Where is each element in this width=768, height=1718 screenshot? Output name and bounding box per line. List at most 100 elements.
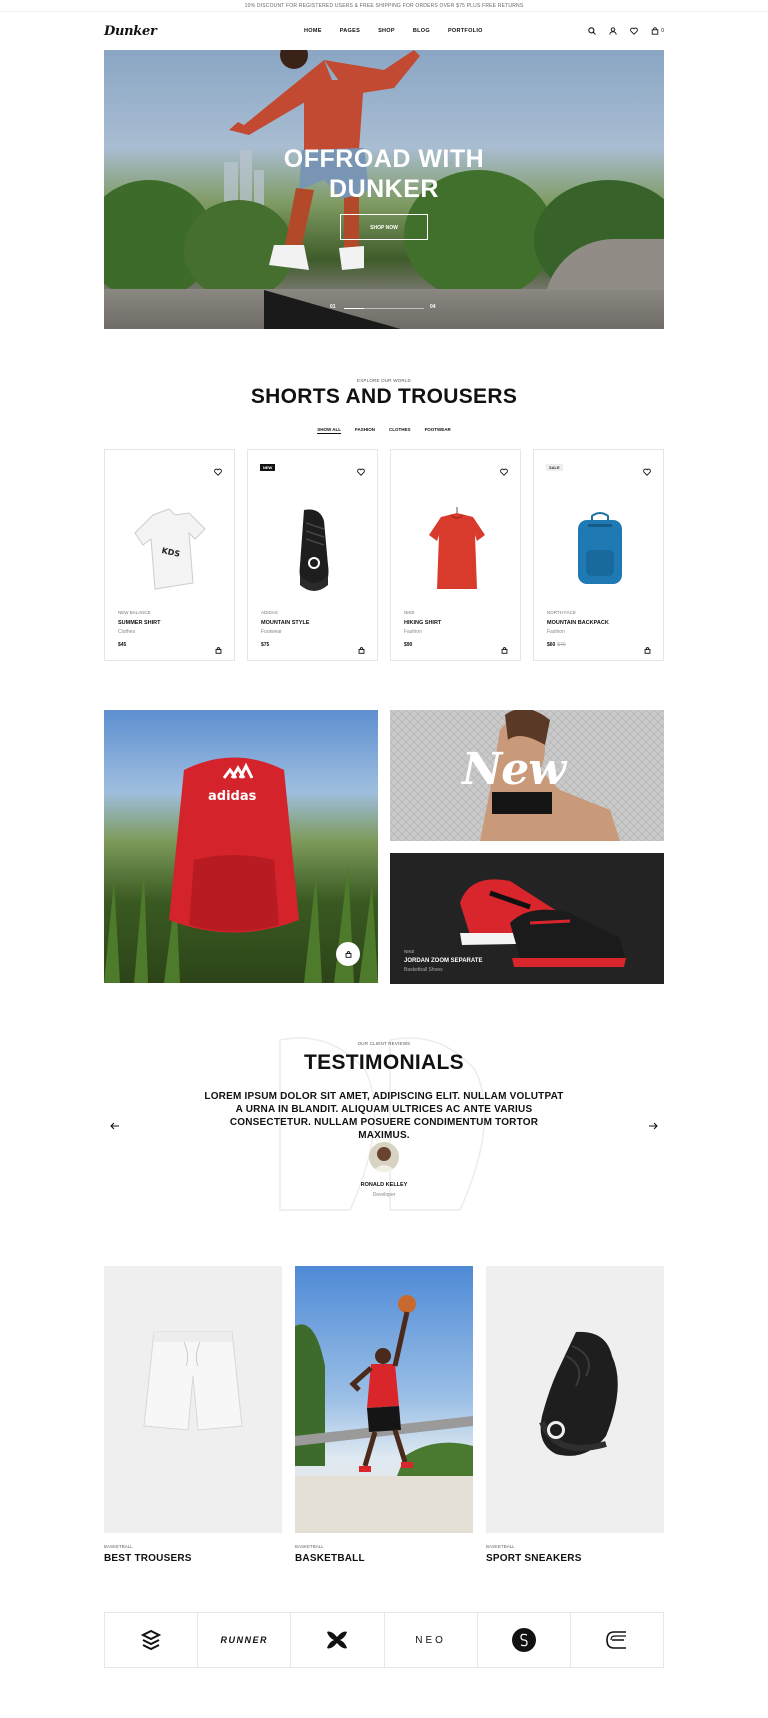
x-logo-icon	[327, 1631, 348, 1649]
category-title[interactable]: BEST TROUSERS	[104, 1553, 192, 1564]
category-sub: BASKETBALL	[486, 1544, 515, 1549]
testimonial-quote: LOREM IPSUM DOLOR SIT AMET, ADIPISCING E…	[204, 1091, 564, 1141]
product-image-tshirt[interactable]: KDS	[105, 485, 236, 615]
hero-title-line2: DUNKER	[329, 175, 439, 203]
red-backpack-image: adidas	[169, 757, 299, 933]
product-name[interactable]: SUMMER SHIRT	[118, 620, 160, 626]
avatar	[369, 1142, 399, 1172]
arrow-right-icon[interactable]	[648, 1117, 658, 1135]
product-card[interactable]: KDS NEW BALANCE SUMMER SHIRT Clothes $45	[104, 449, 235, 661]
announcement-bar: 10% DISCOUNT FOR REGISTERED USERS & FREE…	[0, 0, 768, 12]
brand-logo-stack[interactable]	[105, 1613, 199, 1667]
hero-title-line1: OFFROAD WITH	[283, 145, 485, 173]
hero-slide-progress: 01 04	[330, 304, 438, 314]
bag-icon[interactable]	[644, 641, 651, 659]
neo-logo-text: NEO	[415, 1634, 446, 1646]
product-brand: ADIDAS	[261, 610, 278, 615]
product-category: Fashion	[404, 629, 422, 635]
slide-current: 01	[330, 304, 336, 310]
category-tile-trousers[interactable]	[104, 1266, 282, 1533]
heart-icon[interactable]	[357, 463, 365, 481]
category-sub: BASKETBALL	[295, 1544, 324, 1549]
product-brand: NIKE	[404, 610, 415, 615]
bag-icon[interactable]	[215, 641, 222, 659]
quick-view-button[interactable]	[336, 942, 360, 966]
feature-brand: NIKE	[404, 949, 415, 954]
bag-icon[interactable]	[501, 641, 508, 659]
category-sub: BASKETBALL	[104, 1544, 133, 1549]
nav-item-shop[interactable]: SHOP	[378, 28, 395, 34]
feature-name[interactable]: JORDAN ZOOM SEPARATE	[404, 958, 482, 964]
basketball-player-image	[295, 1295, 473, 1533]
product-category: Clothes	[118, 629, 135, 635]
category-tile-basketball[interactable]	[295, 1266, 473, 1533]
filter-footwear[interactable]: FOOTWEAR	[425, 427, 451, 434]
slide-total: 04	[430, 304, 436, 310]
hero-title: OFFROAD WITH DUNKER	[104, 144, 664, 204]
bag-icon[interactable]	[358, 641, 365, 659]
category-title[interactable]: SPORT SNEAKERS	[486, 1553, 582, 1564]
product-filters: SHOW ALL FASHION CLOTHES FOOTWEAR	[0, 427, 768, 434]
slide-progress-track[interactable]	[344, 308, 424, 309]
product-name[interactable]: MOUNTAIN BACKPACK	[547, 620, 609, 626]
brand-logo-runner[interactable]: RUNNER	[198, 1613, 292, 1667]
product-price: $90	[404, 642, 412, 648]
product-price: $60 $70	[547, 642, 566, 648]
product-name[interactable]: MOUNTAIN STYLE	[261, 620, 309, 626]
product-card[interactable]: NIKE HIKING SHIRT Fashion $90	[390, 449, 521, 661]
product-price-current: $75	[261, 642, 270, 648]
shop-now-button[interactable]: SHOP NOW	[340, 214, 428, 240]
product-price-current: $90	[404, 642, 413, 648]
nav-item-home[interactable]: HOME	[304, 28, 322, 34]
brand-logo-neo[interactable]: NEO	[385, 1613, 478, 1667]
hero-banner: OFFROAD WITH DUNKER SHOP NOW 01 04	[104, 50, 664, 329]
wishlist-heart-icon[interactable]	[630, 27, 639, 35]
brand-logo-e[interactable]	[571, 1613, 663, 1667]
product-price-current: $60	[547, 642, 556, 648]
product-name[interactable]: HIKING SHIRT	[404, 620, 441, 626]
filter-fashion[interactable]: FASHION	[355, 427, 375, 434]
product-card[interactable]: NEW ADIDAS MOUNTAIN STYLE Footwear $75	[247, 449, 378, 661]
promo-new-banner[interactable]: New	[390, 710, 664, 841]
nav-item-pages[interactable]: PAGES	[340, 28, 360, 34]
products-title: SHORTS AND TROUSERS	[250, 385, 518, 408]
brand-logo-circle-s[interactable]	[478, 1613, 571, 1667]
cart-count: 0	[661, 28, 664, 34]
filter-show-all[interactable]: SHOW ALL	[317, 427, 342, 434]
white-shorts-image	[143, 1331, 243, 1431]
arrow-left-icon[interactable]	[110, 1117, 120, 1135]
cart-icon[interactable]: 0	[651, 27, 664, 35]
new-title: New	[462, 744, 566, 795]
heart-icon[interactable]	[214, 463, 222, 481]
bag-icon	[345, 945, 352, 963]
product-card[interactable]: SALE NORTH FACE MOUNTAIN BACKPACK Fashio…	[533, 449, 664, 661]
product-image-red-shirt[interactable]	[391, 485, 522, 615]
feature-category: Basketball Shoes	[404, 967, 443, 973]
filter-clothes[interactable]: CLOTHES	[389, 427, 411, 434]
product-image-backpack[interactable]	[534, 485, 665, 615]
brand-logos-strip: RUNNER NEO	[104, 1612, 664, 1668]
search-icon[interactable]	[588, 27, 597, 35]
site-header: Dunker HOME PAGES SHOP BLOG PORTFOLIO 0	[104, 12, 664, 50]
site-logo[interactable]: Dunker	[104, 24, 157, 39]
product-badge-sale: SALE	[546, 464, 563, 471]
product-badge-new: NEW	[260, 464, 276, 471]
testimonial-author: RONALD KELLEY	[360, 1182, 408, 1188]
promo-jordan-banner[interactable]: NIKE JORDAN ZOOM SEPARATE Basketball Sho…	[390, 853, 664, 984]
nav-item-blog[interactable]: BLOG	[413, 28, 430, 34]
promo-backpack-banner[interactable]: adidas	[104, 710, 378, 983]
nav-item-portfolio[interactable]: PORTFOLIO	[448, 28, 483, 34]
slide-progress-fill	[344, 308, 364, 309]
user-icon[interactable]	[609, 27, 617, 35]
heart-icon[interactable]	[500, 463, 508, 481]
circle-s-logo-icon	[511, 1628, 536, 1652]
black-sneaker-image	[539, 1331, 618, 1456]
category-tile-sneakers[interactable]	[486, 1266, 664, 1533]
category-title[interactable]: BASKETBALL	[295, 1553, 365, 1564]
testimonials-title: TESTIMONIALS	[304, 1051, 464, 1074]
main-nav: HOME PAGES SHOP BLOG PORTFOLIO	[304, 12, 483, 50]
product-image-sneaker[interactable]	[248, 485, 379, 615]
brand-logo-x[interactable]	[291, 1613, 385, 1667]
product-price: $75	[261, 642, 269, 648]
heart-icon[interactable]	[643, 463, 651, 481]
